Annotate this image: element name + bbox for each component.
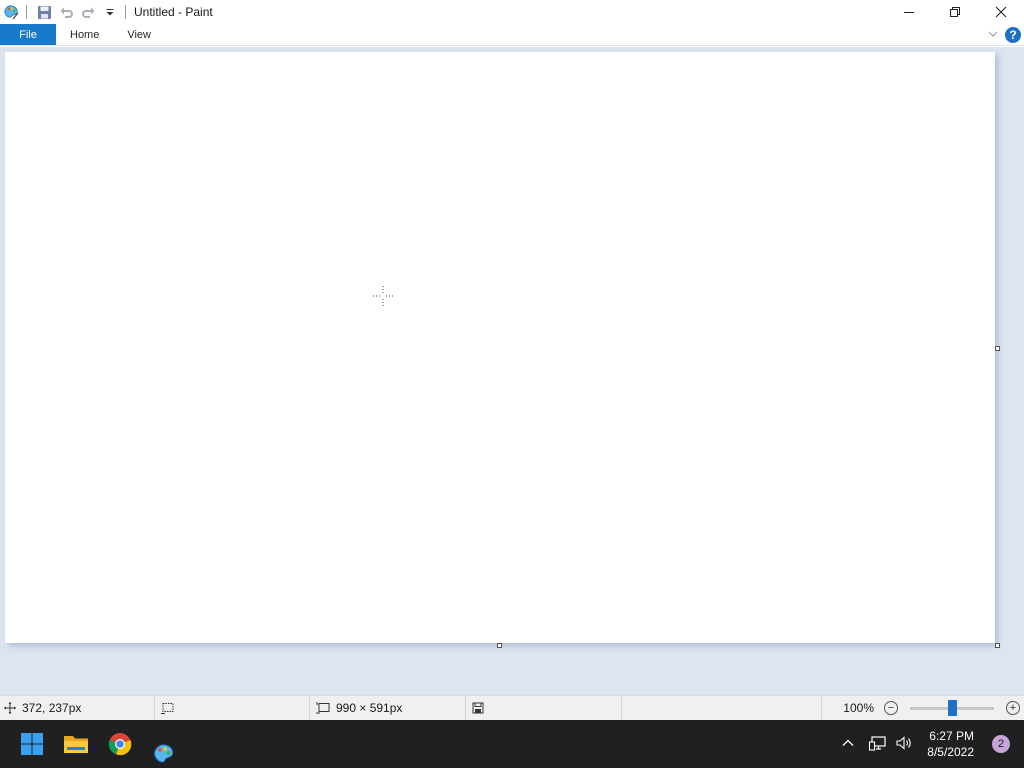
zoom-slider-thumb[interactable]	[948, 699, 957, 716]
ribbon-right-controls: ?	[987, 24, 1024, 46]
restore-icon[interactable]	[932, 0, 978, 24]
resize-handle-bottom[interactable]	[497, 643, 502, 648]
title-bar: Untitled - Paint	[0, 0, 1024, 24]
tab-home[interactable]: Home	[56, 24, 113, 45]
network-icon[interactable]	[869, 735, 887, 754]
expand-ribbon-icon[interactable]	[987, 28, 999, 43]
drawing-canvas[interactable]	[5, 52, 995, 643]
zoom-controls: 100% − +	[843, 699, 1024, 716]
zoom-out-button[interactable]: −	[884, 701, 898, 715]
clock-time: 6:27 PM	[929, 729, 974, 743]
image-size-cell: 990 × 591px	[310, 695, 466, 721]
start-icon[interactable]	[10, 720, 54, 768]
selection-size-icon	[161, 703, 174, 714]
window-controls	[886, 0, 1024, 24]
system-tray: 6:27 PM 8/5/2022 2	[841, 720, 1024, 768]
save-icon[interactable]	[33, 1, 55, 23]
window-title: Untitled - Paint	[134, 5, 213, 19]
volume-icon[interactable]	[895, 735, 913, 754]
help-button[interactable]: ?	[1005, 27, 1021, 43]
zoom-level: 100%	[843, 701, 874, 715]
zoom-in-button[interactable]: +	[1006, 701, 1020, 715]
file-explorer-icon[interactable]	[54, 720, 98, 768]
disk-icon	[472, 702, 484, 714]
canvas-workspace[interactable]	[0, 47, 1024, 695]
taskbar-clock[interactable]: 6:27 PM 8/5/2022	[927, 728, 974, 760]
paint-app-icon[interactable]	[0, 1, 22, 23]
customize-dropdown-icon[interactable]	[99, 1, 121, 23]
resize-handle-corner[interactable]	[995, 643, 1000, 648]
toolbar-separator	[26, 5, 27, 19]
cursor-position: 372, 237px	[22, 701, 82, 715]
status-bar: 372, 237px 990 × 591px 100% − +	[0, 695, 1024, 721]
status-empty-cell	[622, 695, 822, 721]
clock-date: 8/5/2022	[927, 745, 974, 759]
image-size-icon	[316, 702, 330, 714]
resize-handle-right[interactable]	[995, 346, 1000, 351]
cursor-position-cell: 372, 237px	[0, 695, 155, 721]
close-icon[interactable]	[978, 0, 1024, 24]
ribbon-tabs: File Home View ?	[0, 24, 1024, 46]
taskbar: 6:27 PM 8/5/2022 2	[0, 720, 1024, 768]
undo-icon[interactable]	[55, 1, 77, 23]
quick-access-toolbar	[0, 0, 132, 24]
tab-file[interactable]: File	[0, 24, 56, 45]
zoom-slider[interactable]	[910, 699, 994, 716]
crosshair-cursor-icon	[373, 286, 393, 306]
minimize-icon[interactable]	[886, 0, 932, 24]
notification-badge[interactable]: 2	[992, 735, 1010, 753]
file-size-cell	[466, 695, 622, 721]
selection-size-cell	[155, 695, 310, 721]
paint-icon[interactable]	[142, 720, 186, 768]
tab-view[interactable]: View	[113, 24, 165, 45]
move-cursor-icon	[4, 702, 16, 714]
redo-icon[interactable]	[77, 1, 99, 23]
chevron-up-icon[interactable]	[841, 736, 855, 753]
image-size: 990 × 591px	[336, 701, 403, 715]
toolbar-separator	[125, 5, 126, 19]
chrome-icon[interactable]	[98, 720, 142, 768]
